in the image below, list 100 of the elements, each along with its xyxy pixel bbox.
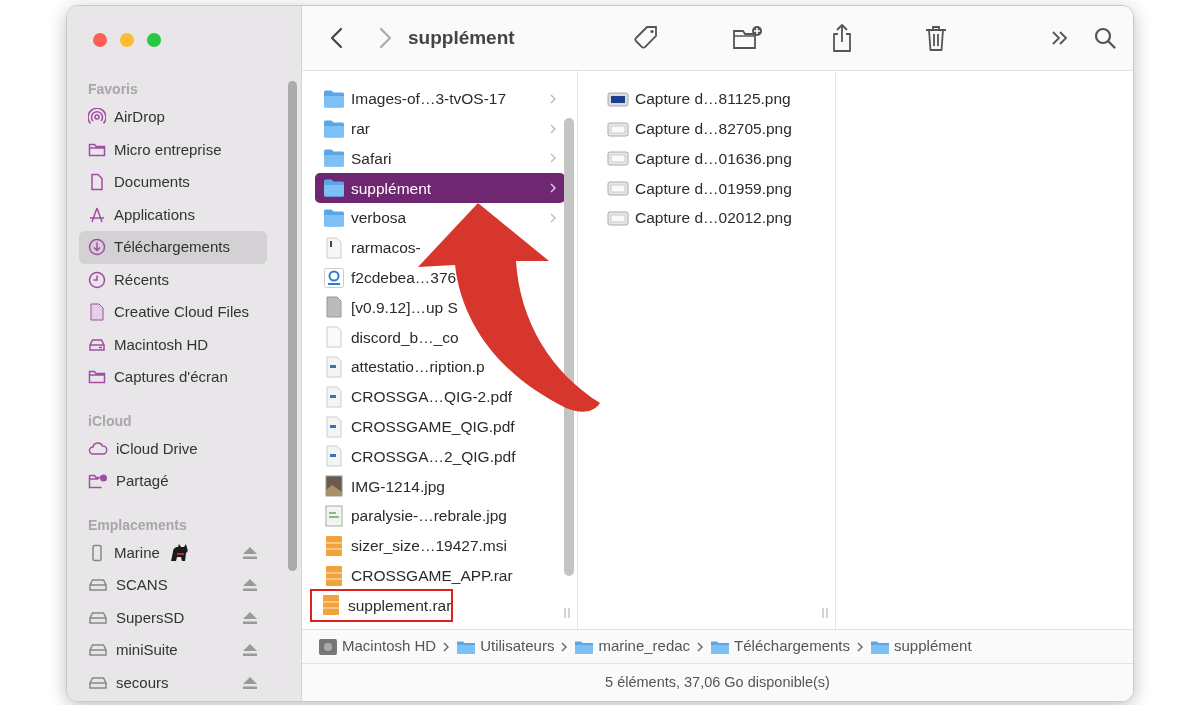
sidebar-item[interactable]: Applications: [79, 198, 267, 231]
file-name: f2cdebea…376: [351, 268, 457, 289]
item-label: Micro entreprise: [114, 139, 223, 160]
file-row[interactable]: sizer_size…19427.msi: [315, 530, 507, 561]
path-item[interactable]: marine_redac: [574, 635, 691, 658]
chevron-icon: [549, 212, 557, 225]
file-row[interactable]: IMG-1214.jpg: [315, 471, 445, 502]
path-item[interactable]: Macintosh HD: [318, 635, 437, 658]
file-row[interactable]: CROSSGA…2_QIG.pdf: [315, 441, 516, 472]
screenshot-icon: [607, 209, 629, 228]
item-label: iCloud Drive: [116, 438, 199, 459]
file-row[interactable]: rar: [315, 113, 565, 144]
file-row[interactable]: Capture d…01636.png: [599, 143, 792, 174]
item-label: Marine: [114, 542, 160, 563]
sidebar-item[interactable]: Téléchargements: [79, 231, 267, 264]
shared-folder-icon: [88, 472, 108, 491]
file-row[interactable]: attestatio…ription.p: [315, 352, 485, 382]
sidebar-item[interactable]: SupersSD: [79, 601, 267, 634]
file-name: Capture d…02012.png: [635, 208, 792, 229]
pdf-icon: [323, 445, 345, 468]
file-name: supplement.rar: [348, 595, 452, 616]
file-row[interactable]: f2cdebea…376: [315, 262, 457, 293]
scrollbar[interactable]: [288, 81, 297, 571]
sidebar-item[interactable]: secours: [79, 666, 267, 699]
file-row[interactable]: rarmacos-: [315, 233, 421, 263]
file-name: Images-of…3-tvOS-17: [351, 89, 508, 110]
chevron-icon: [549, 152, 557, 165]
file-name: Capture d…01959.png: [635, 178, 792, 199]
item-label: Documents: [114, 172, 191, 192]
file-row[interactable]: [v0.9.12]…up S: [315, 292, 458, 323]
folder-icon: [323, 208, 345, 229]
sidebar-item[interactable]: AirDrop: [79, 101, 267, 134]
scrollbar[interactable]: [564, 118, 574, 576]
document-icon: [88, 173, 106, 192]
app-icon: [323, 266, 345, 289]
item-label: Creative Cloud Files: [114, 302, 251, 322]
file-row[interactable]: CROSSGAME_QIG.pdf: [315, 411, 515, 442]
chevron-icon: [856, 640, 864, 653]
download-icon: [88, 238, 106, 257]
item-label: SCANS: [116, 575, 169, 595]
file-name: CROSSGAME_QIG.pdf: [351, 417, 515, 438]
file-row[interactable]: Images-of…3-tvOS-17: [315, 84, 565, 114]
item-label: secours: [116, 672, 170, 693]
section-header: Emplacements: [87, 515, 188, 535]
file-name: supplément: [351, 178, 433, 199]
sidebar-item[interactable]: Creative Cloud Files: [79, 296, 267, 329]
file-name: CROSSGAME_APP.rar: [351, 566, 513, 586]
sidebar-item[interactable]: Macintosh HD: [79, 328, 267, 361]
sidebar-item[interactable]: Documents: [79, 166, 267, 199]
file-name: Capture d…01636.png: [635, 148, 792, 169]
file-name: rarmacos-: [351, 238, 421, 259]
screenshot-icon: [607, 149, 629, 168]
item-label: Partagé: [116, 471, 170, 491]
folder-icon: [323, 178, 345, 199]
sidebar-item[interactable]: Micro entreprise: [79, 133, 267, 166]
image-icon: [323, 505, 345, 528]
sidebar-item[interactable]: Marine: [79, 536, 267, 569]
file-row[interactable]: Safari: [315, 143, 565, 174]
resize-handle-icon: [821, 607, 829, 618]
screenshot-icon: [607, 179, 629, 198]
sidebar-item[interactable]: miniSuite: [79, 634, 267, 667]
clock-icon: [88, 270, 106, 289]
item-label: Récents: [114, 269, 171, 290]
file-name: IMG-1214.jpg: [351, 476, 445, 497]
item-label: miniSuite: [116, 640, 179, 660]
file-name: attestatio…ription.p: [351, 357, 485, 378]
section-header: Favoris: [87, 80, 139, 99]
pdf-icon: [323, 385, 345, 408]
file-name: discord_b…_co: [351, 327, 459, 348]
chevron-icon: [549, 122, 557, 135]
sidebar-item[interactable]: Partagé: [79, 465, 267, 498]
sidebar-item[interactable]: iCloud Drive: [79, 432, 267, 465]
file-row[interactable]: Capture d…81125.png: [599, 84, 791, 114]
file-row[interactable]: discord_b…_co: [315, 322, 459, 353]
file-row[interactable]: Capture d…82705.png: [599, 113, 792, 144]
path-item[interactable]: supplément: [870, 635, 972, 658]
file-name: Capture d…82705.png: [635, 119, 792, 140]
archive-icon: [323, 534, 345, 557]
file-row[interactable]: CROSSGAME_APP.rar: [315, 560, 513, 591]
file-row[interactable]: Capture d…01959.png: [599, 173, 792, 204]
sidebar-item[interactable]: SCANS: [79, 569, 267, 602]
file-row[interactable]: supplement.rar: [312, 590, 452, 621]
resize-handle-icon: [563, 607, 571, 618]
file-row[interactable]: CROSSGA…QIG-2.pdf: [315, 381, 513, 412]
pdf-icon: [323, 415, 345, 438]
sidebar-item[interactable]: Récents: [79, 263, 267, 296]
file-name: [v0.9.12]…up S: [351, 297, 458, 318]
item-label: Captures d'écran: [114, 367, 229, 387]
screenshot-icon: [607, 89, 629, 108]
screenshot-icon: [607, 119, 629, 138]
file-name: Safari: [351, 148, 393, 169]
file-row[interactable]: Capture d…02012.png: [599, 203, 792, 233]
status-text: 5 éléments, 37,06 Go disponible(s): [605, 672, 830, 692]
file-row[interactable]: paralysie-…rebrale.jpg: [315, 501, 507, 531]
sidebar-item[interactable]: Captures d'écran: [79, 361, 267, 394]
path-item[interactable]: Utilisateurs: [456, 635, 555, 658]
path-item[interactable]: Téléchargements: [710, 635, 850, 658]
item-label: Macintosh HD: [114, 334, 210, 355]
file-row[interactable]: supplément: [315, 173, 565, 204]
item-label: Téléchargements: [114, 237, 231, 257]
